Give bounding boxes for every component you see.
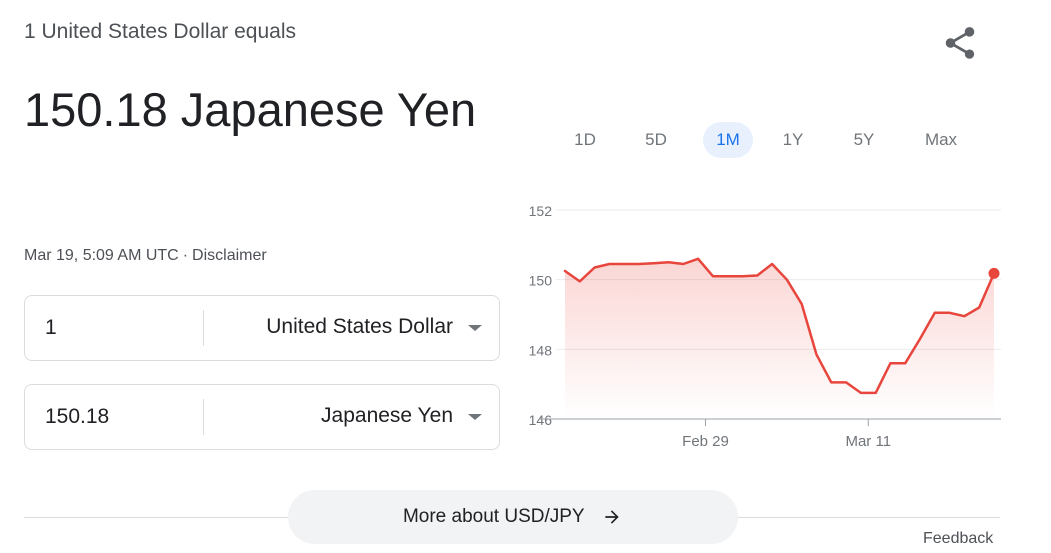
y-tick-label: 146 [529,412,553,428]
x-tick-label: Mar 11 [845,433,891,450]
x-tick-label: Feb 29 [682,433,729,450]
from-amount-input[interactable] [45,296,203,360]
field-divider [203,399,204,435]
from-currency-row: United States Dollar [24,295,500,361]
range-tab-1m[interactable]: 1M [703,122,753,158]
to-currency-row: Japanese Yen [24,384,500,450]
series-area [565,258,994,419]
range-tab-5y[interactable]: 5Y [845,122,883,158]
converter-subtitle: 1 United States Dollar equals [24,20,296,43]
range-tab-5d[interactable]: 5D [636,122,676,158]
share-icon [945,27,975,59]
rate-timestamp: Mar 19, 5:09 AM UTC [24,247,179,264]
chevron-down-icon [468,325,482,331]
to-currency-select[interactable]: Japanese Yen [205,385,499,449]
conversion-result: 150.18 Japanese Yen [24,83,477,136]
more-about-button[interactable]: More about USD/JPY [288,490,738,544]
range-tab-max[interactable]: Max [914,122,968,158]
separator-dot: · [182,247,189,264]
exchange-rate-chart: 152 150 148 146 Feb 29 Mar 11 [529,203,1001,450]
range-tab-1y[interactable]: 1Y [774,122,812,158]
rate-timestamp-row: Mar 19, 5:09 AM UTC · Disclaimer [24,247,267,265]
y-tick-label: 150 [529,273,553,289]
y-tick-label: 148 [529,342,553,358]
to-currency-label: Japanese Yen [321,404,453,427]
feedback-link[interactable]: Feedback [923,530,993,548]
more-about-label: More about USD/JPY [402,506,585,527]
range-tab-1d[interactable]: 1D [566,122,604,158]
share-button[interactable] [940,24,980,62]
y-tick-label: 152 [529,203,553,219]
from-currency-select[interactable]: United States Dollar [205,296,499,360]
from-currency-label: United States Dollar [266,315,453,338]
field-divider [203,310,204,346]
arrow-right-icon [605,510,619,524]
to-amount-input[interactable] [45,385,203,449]
chevron-down-icon [468,414,482,420]
current-rate-point [988,267,1000,279]
disclaimer-link[interactable]: Disclaimer [192,247,267,264]
